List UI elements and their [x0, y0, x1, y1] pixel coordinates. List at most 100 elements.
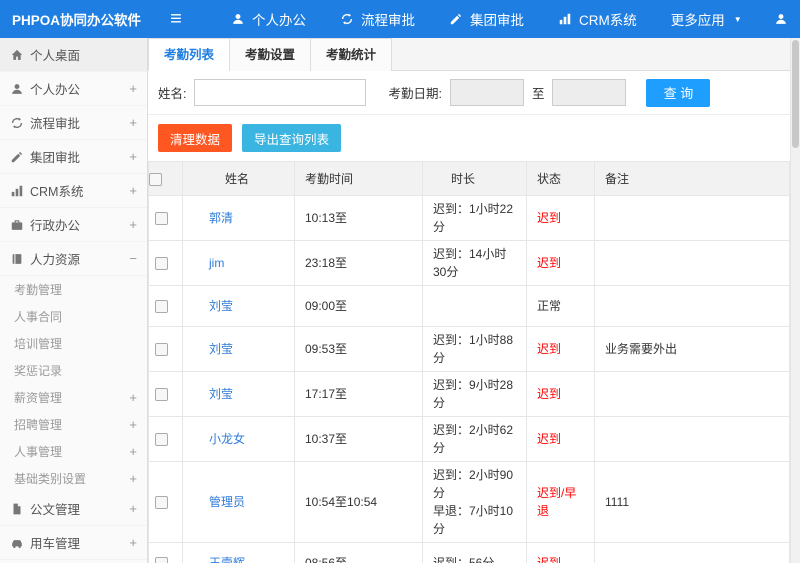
date-end-input[interactable] [552, 79, 627, 106]
expand-plus-icon[interactable]: + [129, 444, 137, 459]
vertical-scrollbar[interactable] [790, 38, 800, 563]
page-body: 个人桌面 个人办公 + 流程审批 + 集团审批 + CRM系统 + 行政办公 + 人力资源 − 考勤管理人… [0, 38, 800, 563]
app-title: PHPOA协同办公软件 [12, 13, 142, 28]
scrollbar-thumb[interactable] [792, 40, 799, 148]
name-cell: jim [182, 240, 295, 286]
status-cell: 迟到 [526, 371, 595, 417]
topnav-item-group-approval[interactable]: 集团审批 [432, 0, 541, 38]
hamburger-menu-icon[interactable]: ≡ [148, 0, 204, 38]
row-checkbox-cell [148, 371, 183, 417]
sidebar-subitem-training-management[interactable]: 培训管理 [0, 330, 147, 357]
sidebar-item-document-management[interactable]: 公文管理 + [0, 492, 147, 526]
sidebar-subitem-personnel-management[interactable]: 人事管理 + [0, 438, 147, 465]
tab-attendance-stats[interactable]: 考勤统计 [310, 38, 393, 71]
expand-plus-icon[interactable]: + [129, 149, 137, 164]
employee-name-link[interactable]: 刘莹 [209, 342, 233, 356]
date-start-input[interactable] [449, 79, 524, 106]
topnav-item-more-apps[interactable]: 更多应用 ▼ [654, 0, 759, 38]
sidebar-subitem-attendance-management[interactable]: 考勤管理 [0, 276, 147, 303]
row-checkbox[interactable] [155, 257, 168, 271]
select-all-checkbox[interactable] [149, 172, 162, 186]
sidebar-item-label: 集团审批 [30, 151, 81, 165]
table-row: 刘莹 09:00至 正常 [148, 285, 790, 327]
sidebar-item-label: 考勤管理 [14, 283, 63, 297]
topnav-item-personal-office[interactable]: 个人办公 [214, 0, 323, 38]
sidebar-item-personal-office[interactable]: 个人办公 + [0, 72, 147, 106]
sidebar-item-label: 薪资管理 [14, 391, 63, 405]
chevron-down-icon: ▼ [733, 14, 742, 24]
employee-name-link[interactable]: 王壹辉 [209, 556, 245, 563]
row-checkbox[interactable] [155, 212, 168, 226]
sidebar-subitem-personnel-contract[interactable]: 人事合同 [0, 303, 147, 330]
user-icon[interactable] [762, 12, 800, 26]
attendance-time-cell: 10:37至 [294, 416, 423, 462]
topnav-item-workflow-approval[interactable]: 流程审批 [323, 0, 432, 38]
expand-plus-icon[interactable]: + [129, 390, 137, 405]
sidebar-item-crm-system[interactable]: CRM系统 + [0, 174, 147, 208]
employee-name-link[interactable]: jim [209, 256, 224, 270]
expand-plus-icon[interactable]: + [129, 471, 137, 486]
chart-icon [10, 184, 30, 198]
expand-plus-icon[interactable]: + [129, 183, 137, 198]
sidebar-item-label: 行政办公 [30, 219, 81, 233]
expand-plus-icon[interactable]: + [129, 501, 137, 516]
table-row: jim 23:18至 迟到：14小时30分 迟到 [148, 240, 790, 286]
name-filter-input[interactable] [194, 79, 367, 106]
row-checkbox[interactable] [155, 496, 168, 510]
sidebar: 个人桌面 个人办公 + 流程审批 + 集团审批 + CRM系统 + 行政办公 + 人力资源 − 考勤管理人… [0, 38, 148, 563]
name-cell: 刘莹 [182, 326, 295, 372]
column-header-h-status: 状态 [526, 161, 595, 196]
row-checkbox[interactable] [155, 300, 168, 314]
employee-name-link[interactable]: 刘莹 [209, 387, 233, 401]
user-icon [10, 82, 30, 96]
attendance-time-cell: 17:17至 [294, 371, 423, 417]
search-button[interactable]: 查 询 [646, 78, 711, 107]
sidebar-item-vehicle-management[interactable]: 用车管理 + [0, 526, 147, 560]
name-cell: 小龙女 [182, 416, 295, 462]
row-checkbox[interactable] [155, 388, 168, 402]
topnav-item-crm-system[interactable]: CRM系统 [541, 0, 654, 38]
sidebar-subitem-recruitment-management[interactable]: 招聘管理 + [0, 411, 147, 438]
sidebar-subitem-base-category-settings[interactable]: 基础类别设置 + [0, 465, 147, 492]
collapse-minus-icon[interactable]: − [129, 251, 137, 266]
name-cell: 王壹辉 [182, 542, 295, 563]
sidebar-item-human-resources[interactable]: 人力资源 − [0, 242, 147, 276]
date-filter-label: 考勤日期: [388, 87, 442, 101]
row-checkbox[interactable] [155, 343, 168, 357]
sidebar-item-group-approval[interactable]: 集团审批 + [0, 140, 147, 174]
duration-cell: 迟到：1小时22分 [422, 195, 527, 241]
duration-cell: 迟到：14小时30分 [422, 240, 527, 286]
status-cell: 迟到 [526, 240, 595, 286]
row-checkbox-cell [148, 326, 183, 372]
expand-plus-icon[interactable]: + [129, 115, 137, 130]
row-checkbox[interactable] [155, 433, 168, 447]
employee-name-link[interactable]: 刘莹 [209, 299, 233, 313]
status-cell: 正常 [526, 285, 595, 327]
tab-attendance-settings[interactable]: 考勤设置 [229, 38, 312, 71]
employee-name-link[interactable]: 郭清 [209, 211, 233, 225]
employee-name-link[interactable]: 管理员 [209, 495, 245, 509]
duration-cell [422, 285, 527, 327]
name-cell: 郭清 [182, 195, 295, 241]
expand-plus-icon[interactable]: + [129, 217, 137, 232]
sidebar-subitem-salary-management[interactable]: 薪资管理 + [0, 384, 147, 411]
sidebar-item-admin-office[interactable]: 行政办公 + [0, 208, 147, 242]
sidebar-subitem-reward-punishment[interactable]: 奖惩记录 [0, 357, 147, 384]
remark-cell [594, 285, 790, 327]
table-row: 刘莹 09:53至 迟到：1小时88分 迟到 业务需要外出 [148, 326, 790, 372]
attendance-time-cell: 10:54至10:54 [294, 461, 423, 543]
expand-plus-icon[interactable]: + [129, 81, 137, 96]
export-list-button[interactable]: 导出查询列表 [242, 124, 342, 152]
table-row: 小龙女 10:37至 迟到：2小时62分 迟到 [148, 416, 790, 462]
expand-plus-icon[interactable]: + [129, 417, 137, 432]
header-checkbox-cell [148, 161, 183, 196]
employee-name-link[interactable]: 小龙女 [209, 432, 245, 446]
name-cell: 刘莹 [182, 371, 295, 417]
row-checkbox[interactable] [155, 557, 168, 563]
sidebar-item-label: 招聘管理 [14, 418, 63, 432]
sidebar-item-personal-desktop[interactable]: 个人桌面 [0, 38, 147, 72]
tab-attendance-list[interactable]: 考勤列表 [148, 38, 231, 71]
sidebar-item-workflow-approval[interactable]: 流程审批 + [0, 106, 147, 140]
clear-data-button[interactable]: 清理数据 [158, 124, 233, 152]
expand-plus-icon[interactable]: + [129, 535, 137, 550]
